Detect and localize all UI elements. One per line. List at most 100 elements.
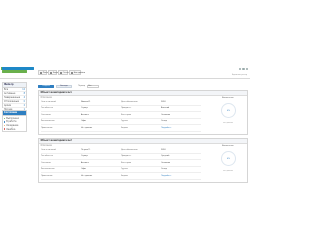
sidebar-item-count: 8	[23, 91, 25, 95]
donut-ring: 0%	[221, 151, 236, 166]
chart-value: 0%	[226, 109, 231, 112]
user-avatar-icon[interactable]	[242, 68, 245, 71]
table-cell: Средний	[161, 155, 170, 157]
table-cell: Примечание	[41, 174, 53, 177]
chart-value: 0%	[226, 157, 231, 160]
completion-chart: Выполнение 0% нет данных	[209, 145, 247, 181]
table-cell: Задачи	[121, 174, 128, 177]
sidebar-item-label: Все	[4, 87, 9, 91]
chart-title: Выполнение	[222, 145, 234, 147]
table-cell: Состояние	[41, 113, 52, 116]
sidebar-item-count: 2	[23, 103, 25, 107]
sidebar-status-panel: Состояние Выполнено В работе Ожидание Ош…	[2, 110, 27, 132]
table-cell: Приоритет	[121, 155, 132, 157]
table-cell: Состояние	[41, 161, 52, 164]
details-link[interactable]: Подробнее	[161, 127, 171, 129]
details-link[interactable]: Подробнее	[161, 175, 171, 177]
logout-icon[interactable]	[245, 68, 248, 71]
table-row: Примечание Нет данных Задачи Подробнее	[41, 125, 201, 132]
table-cell: Активен	[81, 113, 89, 116]
table-cell: Основная	[161, 113, 171, 116]
chart-footnote: нет данных	[223, 171, 233, 172]
table-cell: Петров П.	[81, 148, 91, 151]
table-cell: Сервер	[81, 107, 88, 109]
period-select[interactable]: Все	[86, 84, 99, 88]
toolbar-button-0[interactable]: Панель	[38, 70, 51, 75]
status-dot-icon	[4, 121, 6, 123]
filter-label: Период	[78, 85, 86, 87]
object-card: Объект мониторинга №1 Описание Ответстве…	[38, 90, 248, 135]
card-table: Ответственный Иванов И. Дата обновления …	[41, 99, 201, 132]
toolbar-button-3[interactable]: Настройки	[69, 70, 85, 75]
legend-item: Ошибка	[3, 127, 26, 131]
table-cell: Группа	[121, 120, 128, 122]
create-button[interactable]: Создать	[38, 84, 54, 88]
export-button[interactable]: Экспорт	[56, 84, 72, 88]
table-cell: Нет данных	[81, 126, 93, 129]
table-cell: Тип объекта	[41, 107, 53, 109]
app-logo[interactable]	[1, 67, 34, 75]
table-cell: Расположение	[41, 120, 55, 122]
table-cell: Ответственный	[41, 148, 56, 151]
completion-chart: Выполнение 0% нет данных	[209, 97, 247, 133]
table-cell: Расположение	[41, 168, 55, 170]
filter-row: Период Все	[78, 84, 99, 88]
object-card: Объект мониторинга №2 Описание Ответстве…	[38, 138, 248, 183]
reports-icon	[60, 71, 62, 74]
legend-label: Выполнено	[6, 116, 20, 120]
chart-title: Выполнение	[222, 97, 234, 99]
sidebar-item-label: Архив	[4, 103, 11, 107]
user-name[interactable]: Администратор	[232, 74, 247, 76]
logo-bar	[2, 67, 34, 70]
status-dot-icon	[4, 128, 6, 130]
chart-footnote: нет данных	[223, 123, 233, 124]
dashboard-icon	[40, 71, 42, 74]
legend-label: Ошибка	[6, 127, 16, 131]
table-cell: Категория	[121, 161, 131, 164]
table-cell: Ответственный	[41, 100, 56, 103]
logo-bar-secondary	[2, 70, 27, 73]
sidebar-item-count: 4	[23, 95, 25, 99]
table-cell: Группа	[121, 168, 128, 170]
sidebar: Фильтр Все 12 Активные 8 Завершенные 4 Отло…	[2, 82, 27, 212]
toolbar-button-1[interactable]: Задачи	[48, 70, 60, 75]
settings-icon	[71, 71, 73, 74]
toolbar-button-2[interactable]: Отчеты	[58, 70, 71, 75]
status-dot-icon	[4, 124, 6, 127]
table-cell: 2018	[161, 100, 166, 103]
sidebar-item-count: 12	[22, 87, 25, 91]
table-cell: Задачи	[121, 126, 128, 129]
table-cell: Приоритет	[121, 107, 132, 109]
legend-label: Ожидание	[6, 123, 19, 127]
sidebar-item-label: Отложенные	[4, 99, 19, 103]
table-cell: Дата обновления	[121, 100, 138, 103]
table-cell: Дата обновления	[121, 148, 138, 151]
donut-ring: 0%	[221, 103, 236, 118]
status-dot-icon	[4, 117, 6, 119]
table-cell: Офис	[81, 168, 87, 170]
table-cell: Основная	[161, 161, 171, 164]
table-cell: Офис	[81, 120, 87, 122]
notifications-icon[interactable]	[238, 68, 242, 71]
tasks-icon	[50, 71, 52, 74]
sidebar-item-label: Активные	[4, 91, 16, 95]
sidebar-filter-panel: Фильтр Все 12 Активные 8 Завершенные 4 Отло…	[2, 82, 27, 112]
table-cell: Категория	[121, 113, 131, 116]
table-cell: Иванов И.	[81, 100, 91, 103]
sidebar-item-label: Завершенные	[4, 95, 21, 99]
user-area	[238, 68, 248, 71]
card-table: Ответственный Петров П. Дата обновления …	[41, 147, 201, 180]
table-row: Примечание Нет данных Задачи Подробнее	[41, 173, 201, 180]
legend-label: В работе	[6, 120, 17, 124]
table-cell: Склад	[161, 120, 167, 122]
table-cell: Активен	[81, 161, 89, 164]
toolbar-button-label: Настройки	[73, 71, 86, 74]
table-cell: Тип объекта	[41, 155, 53, 157]
table-cell: Склад	[161, 168, 167, 170]
table-cell: 2018	[161, 148, 166, 151]
table-cell: Высокий	[161, 107, 170, 109]
table-cell: Нет данных	[81, 174, 93, 177]
sidebar-item-count: 0	[23, 99, 25, 103]
table-cell: Сервер	[81, 155, 88, 157]
table-cell: Примечание	[41, 126, 53, 129]
